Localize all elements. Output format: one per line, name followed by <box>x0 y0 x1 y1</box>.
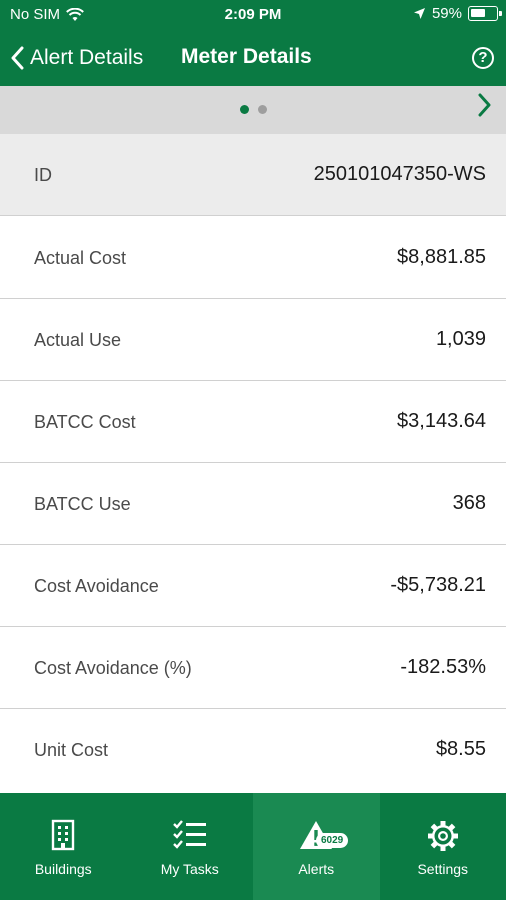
battery-tip <box>499 11 502 16</box>
help-button[interactable]: ? <box>472 47 494 69</box>
building-icon <box>52 819 75 851</box>
detail-row-batcc-use: BATCC Use 368 <box>0 463 506 545</box>
building-icon-wrap <box>0 819 127 851</box>
detail-label: BATCC Cost <box>34 412 136 432</box>
tab-label: My Tasks <box>160 861 219 877</box>
battery-icon <box>468 6 502 21</box>
alerts-count-badge: 6029 <box>316 833 349 848</box>
detail-value: -182.53% <box>400 656 486 678</box>
detail-row-actual-cost: Actual Cost $8,881.85 <box>0 217 506 299</box>
tab-label: Alerts <box>298 861 335 877</box>
chevron-left-icon <box>11 46 24 70</box>
status-right: 59% <box>413 5 502 22</box>
tab-bar: Buildings My Tasks 6029 Alerts Settings <box>0 793 506 900</box>
status-bar: No SIM 2:09 PM 59% <box>0 0 506 30</box>
location-arrow-icon <box>413 8 425 19</box>
detail-label: Actual Use <box>34 330 122 350</box>
detail-value: $3,143.64 <box>397 410 486 432</box>
detail-row-batcc-cost: BATCC Cost $3,143.64 <box>0 381 506 463</box>
chevron-right-icon <box>478 93 491 117</box>
detail-value: -$5,738.21 <box>390 574 486 596</box>
tasks-icon-wrap <box>127 819 254 849</box>
id-label: ID <box>34 165 52 185</box>
detail-value: 1,039 <box>435 328 486 350</box>
tab-settings[interactable]: Settings <box>380 793 506 900</box>
detail-label: Cost Avoidance <box>34 576 159 596</box>
detail-value: $8,881.85 <box>397 246 486 268</box>
gear-icon-wrap <box>380 819 506 853</box>
page-title: Meter Details <box>181 45 312 68</box>
detail-label: Actual Cost <box>34 248 127 268</box>
page-indicator-dot-active[interactable] <box>240 105 249 114</box>
tab-buildings[interactable]: Buildings <box>0 793 127 900</box>
back-button-label: Alert Details <box>30 46 144 69</box>
help-icon: ? <box>478 49 488 66</box>
gear-icon <box>427 821 458 851</box>
battery-percent: 59% <box>431 5 462 22</box>
battery-fill <box>471 9 485 17</box>
page-indicator-dot[interactable] <box>258 105 267 114</box>
back-button[interactable]: Alert Details <box>10 30 143 86</box>
pager-bar <box>0 86 506 134</box>
tab-label: Buildings <box>34 861 92 877</box>
id-value: 250101047350-WS <box>313 163 486 185</box>
detail-value: 368 <box>452 492 486 514</box>
navigation-bar: Alert Details Meter Details ? <box>0 30 506 86</box>
detail-label: Cost Avoidance (%) <box>34 658 192 678</box>
tab-my-tasks[interactable]: My Tasks <box>127 793 254 900</box>
tab-label: Settings <box>417 861 469 877</box>
detail-label: Unit Cost <box>34 740 109 760</box>
tasks-icon <box>172 820 206 849</box>
alert-icon-wrap <box>253 819 380 851</box>
detail-row-cost-avoidance: Cost Avoidance -$5,738.21 <box>0 545 506 627</box>
id-row: ID 250101047350-WS <box>0 134 506 216</box>
detail-label: BATCC Use <box>34 494 131 514</box>
tab-alerts[interactable]: 6029 Alerts <box>253 793 380 900</box>
detail-value: $8.55 <box>435 738 486 760</box>
detail-row-actual-use: Actual Use 1,039 <box>0 299 506 381</box>
detail-row-cost-avoidance-percent: Cost Avoidance (%) -182.53% <box>0 627 506 709</box>
next-page-button[interactable] <box>478 93 492 122</box>
detail-row-unit-cost: Unit Cost $8.55 <box>0 709 506 791</box>
